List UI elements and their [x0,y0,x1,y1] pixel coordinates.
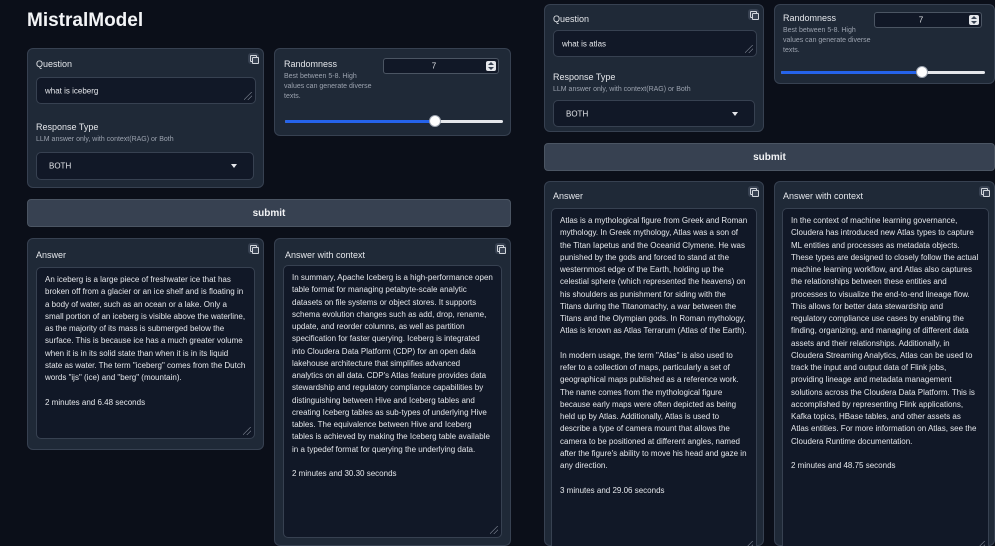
slider-fill [285,120,436,123]
copy-icon[interactable] [495,243,506,254]
randomness-value: 7 [431,61,437,71]
number-spinner-icon[interactable] [486,61,496,71]
question-label: Question [36,59,73,69]
answer-panel: Answer An iceberg is a large piece of fr… [27,238,264,450]
answer-with-context-output[interactable]: In the context of machine learning gover… [782,208,989,546]
randomness-panel: Randomness Best between 5-8. High values… [774,4,995,84]
answer-label: Answer [36,250,67,260]
answer-with-context-label: Answer with context [783,191,864,201]
response-type-value: BOTH [49,161,72,171]
question-value: what is iceberg [45,86,99,95]
response-type-dropdown[interactable]: BOTH [553,100,755,127]
question-input[interactable]: what is iceberg [36,77,256,104]
response-type-info: LLM answer only, with context(RAG) or Bo… [36,136,174,143]
question-panel: Question what is atlas Response Type LLM… [544,4,764,132]
answer-with-context-label: Answer with context [285,250,366,260]
chevron-down-icon [231,164,237,168]
randomness-number-input[interactable]: 7 [874,12,982,28]
question-value: what is atlas [562,39,607,48]
copy-icon[interactable] [748,186,759,197]
question-input[interactable]: what is atlas [553,30,757,57]
answer-text: An iceberg is a large piece of freshwate… [45,275,246,407]
question-label: Question [553,14,590,24]
response-type-info: LLM answer only, with context(RAG) or Bo… [553,86,691,93]
copy-icon[interactable] [248,243,259,254]
answer-output[interactable]: An iceberg is a large piece of freshwate… [36,267,255,439]
response-type-dropdown[interactable]: BOTH [36,152,254,180]
resize-handle-icon[interactable] [244,92,252,100]
answer-with-context-panel: Answer with context In summary, Apache I… [274,238,511,546]
randomness-panel: Randomness Best between 5-8. High values… [274,48,511,136]
submit-button[interactable]: submit [544,143,995,171]
answer-label: Answer [553,191,584,201]
randomness-value: 7 [918,15,924,25]
answer-with-context-panel: Answer with context In the context of ma… [774,181,995,546]
submit-button[interactable]: submit [27,199,511,227]
response-type-value: BOTH [566,109,589,118]
copy-icon[interactable] [748,9,759,20]
randomness-slider[interactable] [781,66,985,78]
answer-with-context-text: In summary, Apache Iceberg is a high-per… [292,273,493,478]
randomness-info: Best between 5-8. High values can genera… [284,73,372,100]
randomness-number-input[interactable]: 7 [383,58,499,74]
randomness-info: Best between 5-8. High values can genera… [783,27,871,54]
slider-fill [781,71,922,74]
randomness-label: Randomness [783,13,837,23]
randomness-label: Randomness [284,59,338,69]
slider-thumb[interactable] [429,115,442,127]
answer-panel: Answer Atlas is a mythological figure fr… [544,181,764,546]
resize-handle-icon[interactable] [745,45,753,53]
number-spinner-icon[interactable] [969,15,979,25]
answer-output[interactable]: Atlas is a mythological figure from Gree… [551,208,757,546]
resize-handle-icon[interactable] [490,526,498,534]
resize-handle-icon[interactable] [745,541,753,546]
answer-with-context-text: In the context of machine learning gover… [791,216,979,470]
response-type-label: Response Type [553,72,616,82]
slider-thumb[interactable] [915,66,928,78]
answer-text: Atlas is a mythological figure from Gree… [560,216,748,495]
copy-icon[interactable] [248,53,259,64]
resize-handle-icon[interactable] [977,541,985,546]
chevron-down-icon [732,111,738,116]
answer-with-context-output[interactable]: In summary, Apache Iceberg is a high-per… [283,265,502,538]
randomness-slider[interactable] [285,115,503,127]
copy-icon[interactable] [979,186,990,197]
app-title: MistralModel [27,10,144,31]
question-panel: Question what is iceberg Response Type L… [27,48,264,188]
resize-handle-icon[interactable] [243,427,251,435]
response-type-label: Response Type [36,122,99,132]
